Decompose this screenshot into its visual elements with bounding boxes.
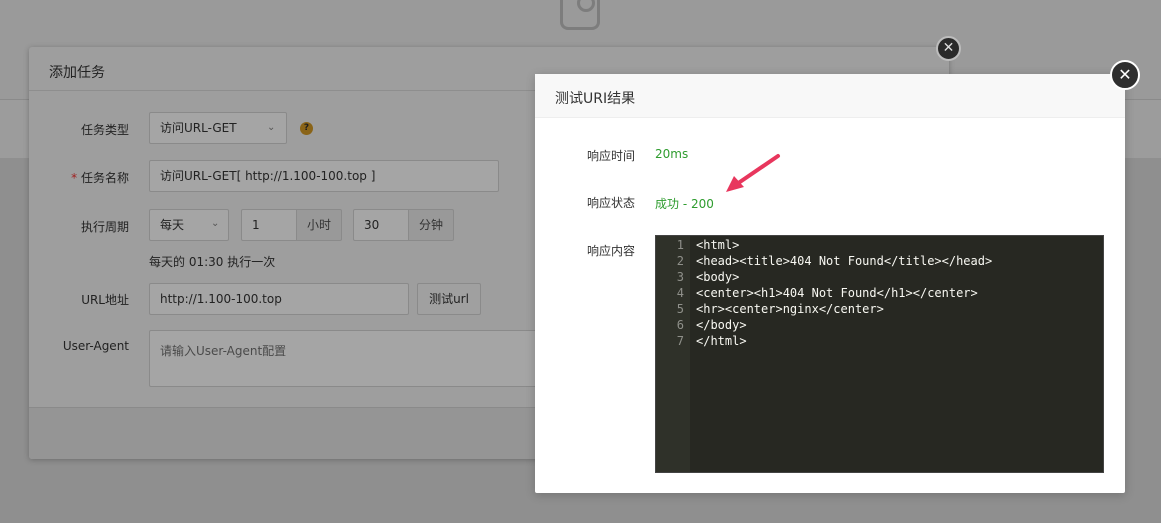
response-time-label: 响应时间 [586,149,635,163]
chevron-down-icon: ⌄ [267,122,276,133]
background-logo-icon [560,0,600,30]
url-label: URL地址 [81,293,129,307]
line-number: 1 [676,238,684,252]
period-unit-value: 每天 [160,218,185,232]
line-number-gutter: 1 2 3 4 5 6 7 [656,236,690,472]
task-type-value: 访问URL-GET [160,121,237,135]
hour-addon: 小时 [296,209,342,241]
line-number: 2 [676,254,684,268]
minute-input[interactable]: 30 [353,209,409,241]
code-line: <html> [696,238,740,252]
hour-input[interactable]: 1 [241,209,297,241]
code-lines: <html> <head><title>404 Not Found</title… [696,237,992,349]
task-name-label-text: 任务名称 [80,171,129,185]
response-status-label: 响应状态 [586,196,635,210]
minute-addon: 分钟 [408,209,454,241]
question-circle-icon[interactable]: ? [300,122,313,135]
line-number: 4 [676,286,684,300]
user-agent-textarea[interactable]: 请输入User-Agent配置 [149,330,549,387]
code-line: </body> [696,318,747,332]
code-line: <head><title>404 Not Found</title></head… [696,254,993,268]
response-time-value: 20ms [655,147,689,161]
code-line: <hr><center>nginx</center> [696,302,884,316]
line-number: 6 [676,318,684,332]
code-line: </html> [696,334,747,348]
line-number: 5 [676,302,684,316]
code-line: <center><h1>404 Not Found</h1></center> [696,286,978,300]
test-url-button[interactable]: 测试url [417,283,481,315]
period-label: 执行周期 [80,220,129,234]
test-uri-result-title: 测试URI结果 [535,74,1125,118]
code-line: <body> [696,270,740,284]
user-agent-label: User-Agent [62,339,129,353]
task-type-label: 任务类型 [80,123,129,137]
url-input[interactable]: http://1.100-100.top [149,283,409,315]
period-hint: 每天的 01:30 执行一次 [149,255,276,269]
test-uri-result-dialog: 测试URI结果 响应时间 20ms 响应状态 成功 - 200 响应内容 1 2… [535,74,1125,493]
task-name-input[interactable]: 访问URL-GET[ http://1.100-100.top ] [149,160,499,192]
response-status-value: 成功 - 200 [655,197,714,211]
required-mark: * [71,171,78,185]
chevron-down-icon: ⌄ [211,218,220,229]
line-number: 7 [676,334,684,348]
close-icon[interactable]: ✕ [936,36,961,61]
red-arrow-icon [726,154,780,192]
close-icon[interactable]: ✕ [1110,60,1140,90]
line-number: 3 [676,270,684,284]
task-name-label: * 任务名称 [29,169,129,186]
response-content-label: 响应内容 [586,244,635,258]
response-content-editor[interactable]: 1 2 3 4 5 6 7 <html> <head><title>404 No… [655,235,1104,473]
